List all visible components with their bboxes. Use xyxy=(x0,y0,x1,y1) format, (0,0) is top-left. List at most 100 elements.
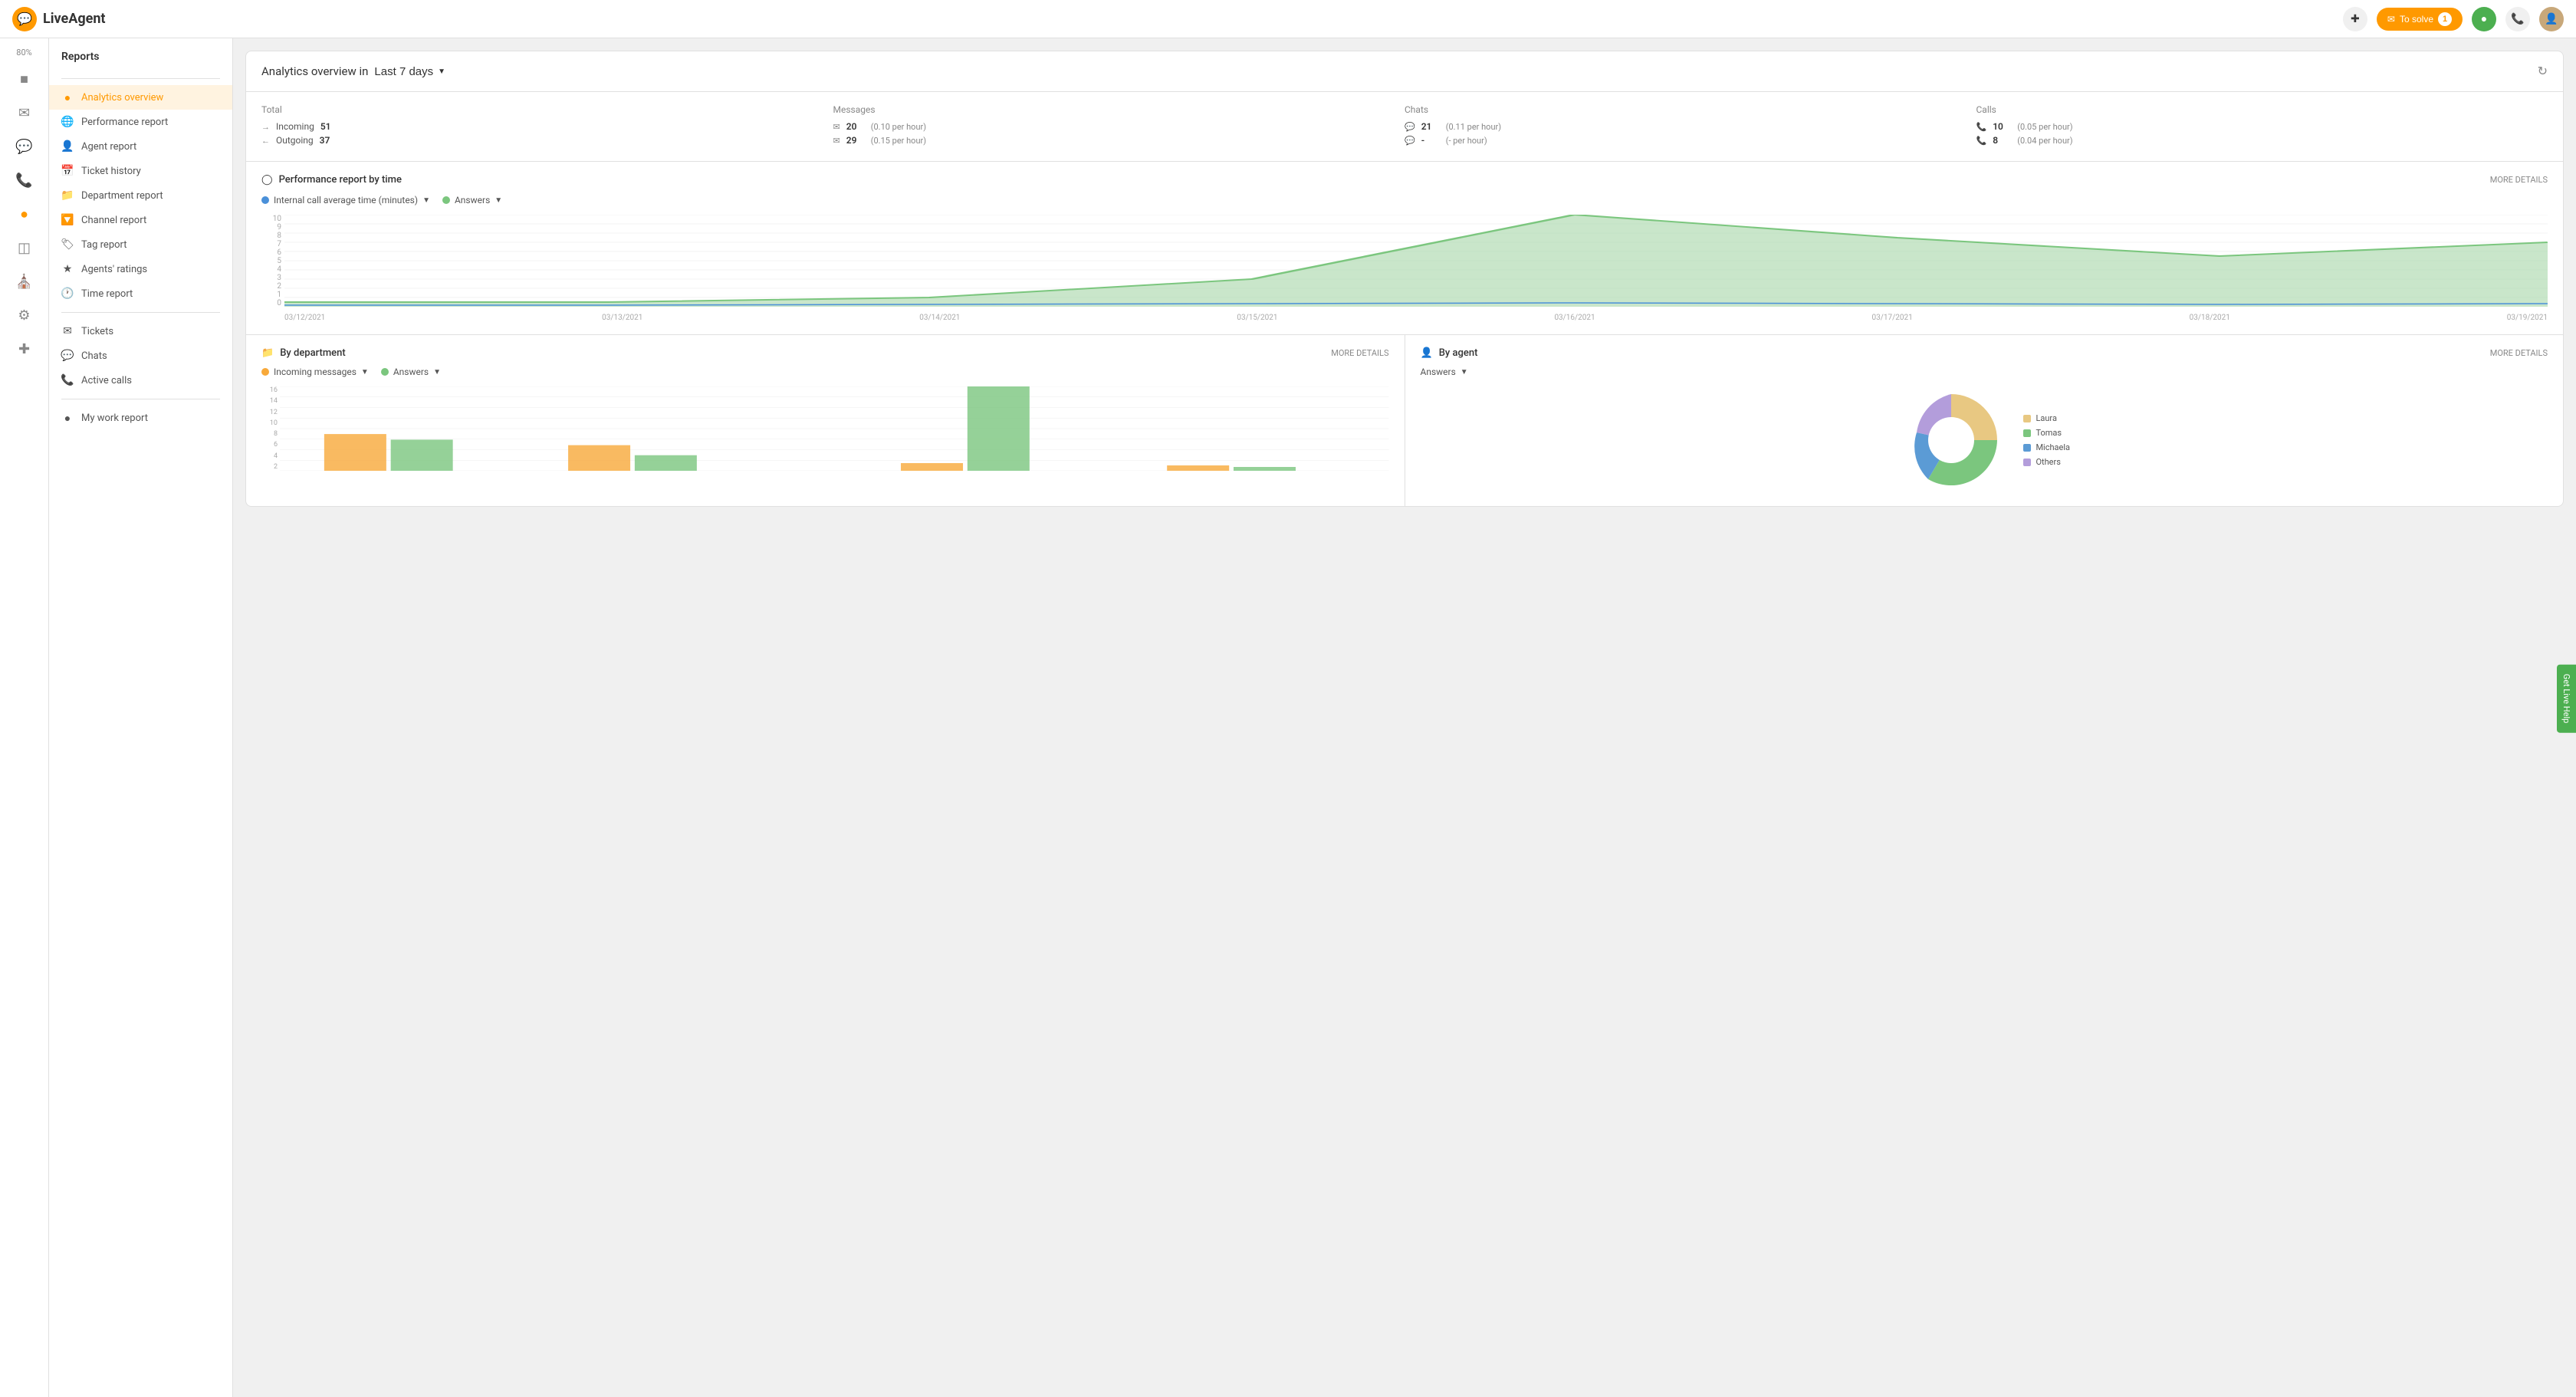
nav-agent-report[interactable]: 👤 Agent report xyxy=(49,134,232,159)
live-help-button[interactable]: Get Live Help xyxy=(2557,665,2576,733)
nav-calls-icon: 📞 xyxy=(61,374,74,386)
sidebar-dashboard-icon[interactable]: ■ xyxy=(9,64,40,94)
legend-calls[interactable]: Internal call average time (minutes) ▼ xyxy=(261,195,430,205)
nav-chats-label: Chats xyxy=(81,350,107,362)
icon-sidebar: 80% ■ ✉ 💬 📞 ● ◫ ⛪ ⚙ ✚ xyxy=(0,38,49,1397)
nav-my-work-report[interactable]: ● My work report xyxy=(49,406,232,430)
dept-icon: 📁 xyxy=(261,347,274,359)
sidebar-bank-icon[interactable]: ⛪ xyxy=(9,266,40,297)
sidebar-reports-icon[interactable]: ◫ xyxy=(9,232,40,263)
perf-y-axis: 10 9 8 7 6 5 4 3 2 1 0 xyxy=(261,215,284,307)
chat-out-icon: 💬 xyxy=(1405,136,1415,146)
analytics-title: Analytics overview in xyxy=(261,64,368,78)
dept-legend-answers[interactable]: Answers ▼ xyxy=(381,367,441,377)
nav-performance-report[interactable]: 🌐 Performance report xyxy=(49,110,232,134)
sidebar-chat-icon[interactable]: 💬 xyxy=(9,131,40,162)
nav-divider-1 xyxy=(61,78,220,79)
nav-analytics-overview[interactable]: ● Analytics overview xyxy=(49,85,232,110)
bottom-charts: 📁 By department MORE DETAILS Incoming me… xyxy=(246,335,2563,506)
nav-mywork-icon: ● xyxy=(61,412,74,424)
legend-answers[interactable]: Answers ▼ xyxy=(442,195,502,205)
analytics-card: Analytics overview in Last 7 days ▼ ↻ To… xyxy=(245,51,2564,507)
perf-more-details[interactable]: MORE DETAILS xyxy=(2490,175,2548,185)
sidebar-phone-icon[interactable]: 📞 xyxy=(9,165,40,196)
nav-department-report[interactable]: 📁 Department report xyxy=(49,183,232,208)
outgoing-arrow-icon: ← xyxy=(261,136,270,146)
calls-out-num: 8 xyxy=(1993,135,2011,146)
agent-answers-dropdown[interactable]: Answers ▼ xyxy=(1421,367,1468,377)
nav-ratings-icon: ★ xyxy=(61,263,74,275)
dept-legend-incoming[interactable]: Incoming messages ▼ xyxy=(261,367,369,377)
stats-total: Total → Incoming 51 ← Outgoing 37 xyxy=(261,104,833,149)
nav-performance-icon: 🌐 xyxy=(61,116,74,128)
add-icon[interactable]: ✚ xyxy=(2343,7,2367,31)
nav-time-label: Time report xyxy=(81,288,133,300)
pie-legend: Laura Tomas Michaela Others xyxy=(2023,413,2070,467)
calls-label: Calls xyxy=(1976,104,2548,115)
dept-more-details[interactable]: MORE DETAILS xyxy=(1331,348,1388,358)
nav-calls-label: Active calls xyxy=(81,375,132,386)
nav-ticket-history[interactable]: 📅 Ticket history xyxy=(49,159,232,183)
logo[interactable]: 💬 LiveAgent xyxy=(12,7,106,31)
chat-out-num: - xyxy=(1421,135,1440,146)
perf-legend: Internal call average time (minutes) ▼ A… xyxy=(261,195,2548,205)
nav-agents-ratings[interactable]: ★ Agents' ratings xyxy=(49,257,232,281)
calls-out-icon: 📞 xyxy=(1976,136,1987,146)
pie-label-tomas: Tomas xyxy=(2036,428,2062,438)
tosolve-button[interactable]: ✉ To solve 1 xyxy=(2377,8,2463,31)
nav-chats-icon: 💬 xyxy=(61,350,74,362)
dept-title-text: By department xyxy=(280,347,346,359)
dept-header: 📁 By department MORE DETAILS xyxy=(261,347,1389,359)
sidebar-settings-icon[interactable]: ⚙ xyxy=(9,300,40,330)
avatar[interactable]: 👤 xyxy=(2539,7,2564,31)
nav-tickets-label: Tickets xyxy=(81,326,113,337)
phone-icon[interactable]: 📞 xyxy=(2505,7,2530,31)
dept-incoming-label: Incoming messages xyxy=(274,367,356,377)
chat-in-num: 21 xyxy=(1421,121,1440,132)
msg-outgoing: ✉ 29 (0.15 per hour) xyxy=(833,135,1405,146)
chat-outgoing: 💬 - (- per hour) xyxy=(1405,135,1976,146)
status-icon[interactable]: ● xyxy=(2472,7,2496,31)
sidebar-analytics-icon[interactable]: ● xyxy=(9,199,40,229)
stats-messages: Messages ✉ 20 (0.10 per hour) ✉ 29 (0.15… xyxy=(833,104,1405,149)
nav-dept-label: Department report xyxy=(81,190,163,202)
sidebar-percentage: 80% xyxy=(16,48,31,58)
nav-tickets-icon: ✉ xyxy=(61,325,74,337)
nav-ticket-icon: 📅 xyxy=(61,165,74,177)
refresh-button[interactable]: ↻ xyxy=(2538,64,2548,79)
nav-time-report[interactable]: 🕐 Time report xyxy=(49,281,232,306)
stats-calls: Calls 📞 10 (0.05 per hour) 📞 8 (0.04 per… xyxy=(1976,104,2548,149)
pie-dot-michaela xyxy=(2023,444,2031,452)
perf-title: ◯ Performance report by time xyxy=(261,174,402,186)
nav-tag-report[interactable]: 🏷 Tag report xyxy=(49,232,232,257)
outgoing-label: Outgoing xyxy=(276,135,314,146)
chats-label: Chats xyxy=(1405,104,1976,115)
nav-ticket-label: Ticket history xyxy=(81,166,141,177)
nav-active-calls[interactable]: 📞 Active calls xyxy=(49,368,232,393)
msg-out-rate: (0.15 per hour) xyxy=(871,136,926,146)
nav-channel-report[interactable]: 🔽 Channel report xyxy=(49,208,232,232)
agent-answers-label: Answers xyxy=(1421,367,1456,377)
dept-chart-area: 16 14 12 10 8 6 4 2 xyxy=(261,386,1389,486)
dept-incoming-dot xyxy=(261,368,269,376)
legend-calls-label: Internal call average time (minutes) xyxy=(274,195,418,205)
agent-title: 👤 By agent xyxy=(1421,347,1478,359)
nav-tickets[interactable]: ✉ Tickets xyxy=(49,319,232,343)
incoming-label: Incoming xyxy=(276,121,314,132)
nav-analytics-label: Analytics overview xyxy=(81,92,163,104)
perf-line-svg xyxy=(284,215,2548,307)
agent-more-details[interactable]: MORE DETAILS xyxy=(2490,348,2548,358)
nav-chats[interactable]: 💬 Chats xyxy=(49,343,232,368)
date-range-dropdown[interactable]: Last 7 days ▼ xyxy=(374,65,445,78)
sidebar-tickets-icon[interactable]: ✉ xyxy=(9,97,40,128)
msg-in-icon: ✉ xyxy=(833,122,840,132)
analytics-header: Analytics overview in Last 7 days ▼ ↻ xyxy=(246,51,2563,92)
incoming-stat: → Incoming 51 xyxy=(261,121,833,132)
calls-in-num: 10 xyxy=(1993,121,2011,132)
left-nav: Reports ● Analytics overview 🌐 Performan… xyxy=(49,38,233,1397)
outgoing-stat: ← Outgoing 37 xyxy=(261,135,833,146)
sidebar-add-icon[interactable]: ✚ xyxy=(9,334,40,364)
incoming-total: 51 xyxy=(320,121,339,132)
dept-title: 📁 By department xyxy=(261,347,346,359)
dept-chart: 📁 By department MORE DETAILS Incoming me… xyxy=(246,335,1405,506)
